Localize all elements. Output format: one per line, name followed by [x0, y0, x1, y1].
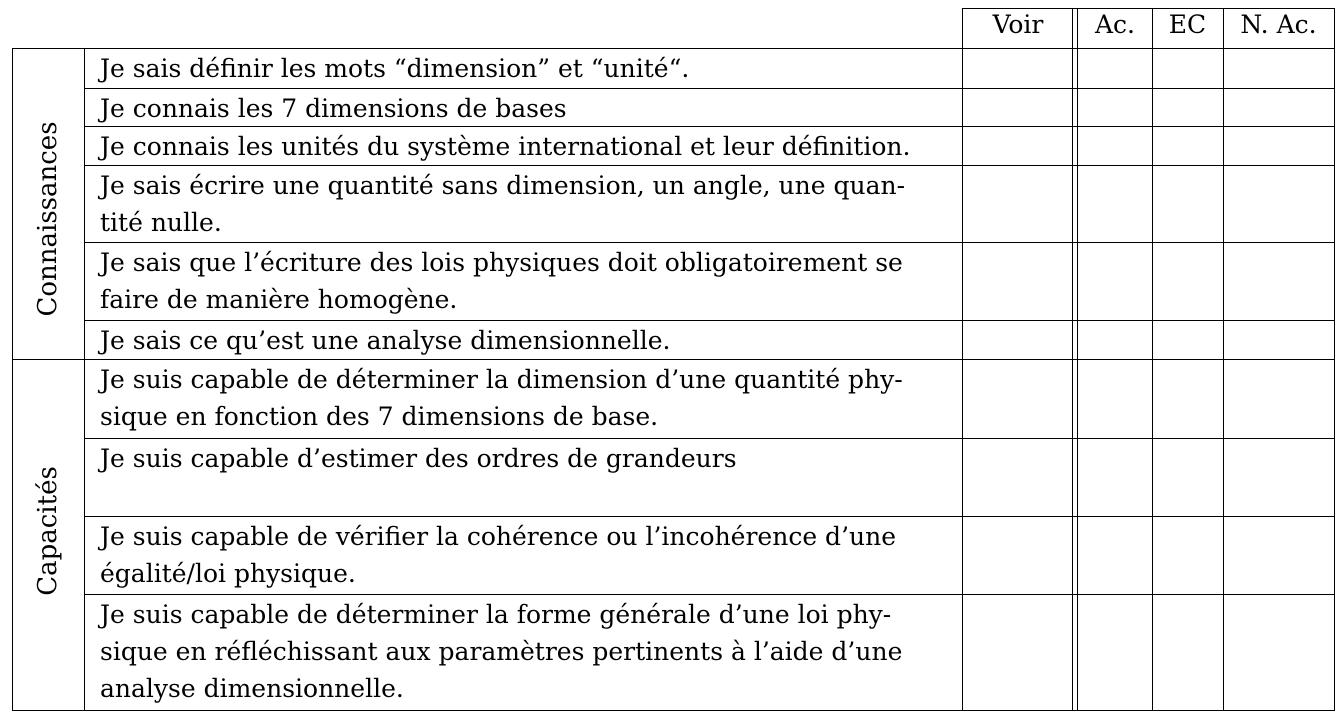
- cell-non-acquis[interactable]: [1224, 439, 1334, 516]
- table-row: Je sais écrire une quantité sans dimensi…: [0, 165, 1344, 242]
- cell-acquis[interactable]: [1078, 127, 1152, 165]
- table-row: Je sais définir les mots “dimension” et …: [0, 48, 1344, 88]
- cell-en-cours[interactable]: [1153, 166, 1223, 242]
- cell-voir[interactable]: [963, 595, 1072, 710]
- table-row: Je suis capable d’estimer des ordres de …: [0, 438, 1344, 516]
- cell-acquis[interactable]: [1078, 439, 1152, 516]
- skill-item-text: Je connais les 7 dimensions de bases: [100, 94, 567, 123]
- cell-voir[interactable]: [963, 127, 1072, 165]
- row-line: [84, 594, 1335, 595]
- cell-voir[interactable]: [963, 517, 1072, 594]
- skill-item-text: Je sais que l’écriture des lois physique…: [100, 248, 903, 314]
- row-line: [84, 320, 1335, 321]
- cell-voir[interactable]: [963, 243, 1072, 320]
- cell-en-cours[interactable]: [1153, 360, 1223, 438]
- table-row: Je suis capable de vérifier la cohérence…: [0, 516, 1344, 594]
- cell-non-acquis[interactable]: [1224, 127, 1334, 165]
- cell-en-cours[interactable]: [1153, 439, 1223, 516]
- cell-en-cours[interactable]: [1153, 89, 1223, 126]
- cell-acquis[interactable]: [1078, 166, 1152, 242]
- skill-item-text: Je suis capable d’estimer des ordres de …: [100, 444, 737, 473]
- cell-voir[interactable]: [963, 439, 1072, 516]
- header-voir: Voir: [992, 10, 1044, 39]
- cell-en-cours[interactable]: [1153, 517, 1223, 594]
- row-line: [84, 126, 1335, 127]
- skill-item-text: Je suis capable de déterminer la dimensi…: [100, 365, 903, 431]
- table-row: Je sais que l’écriture des lois physique…: [0, 242, 1344, 320]
- table-row: Je connais les unités du système interna…: [0, 126, 1344, 165]
- label-column-line: [84, 48, 85, 711]
- row-line: [12, 48, 1335, 49]
- row-line: [84, 88, 1335, 89]
- cell-non-acquis[interactable]: [1224, 49, 1334, 88]
- section-divider-line: [12, 359, 1335, 360]
- cell-voir[interactable]: [963, 49, 1072, 88]
- cell-acquis[interactable]: [1078, 89, 1152, 126]
- cell-en-cours[interactable]: [1153, 243, 1223, 320]
- cell-non-acquis[interactable]: [1224, 517, 1334, 594]
- cell-acquis[interactable]: [1078, 517, 1152, 594]
- skill-item-text: Je connais les unités du système interna…: [100, 132, 911, 161]
- cell-acquis[interactable]: [1078, 49, 1152, 88]
- cell-non-acquis[interactable]: [1224, 321, 1334, 359]
- cell-voir[interactable]: [963, 166, 1072, 242]
- cell-acquis[interactable]: [1078, 595, 1152, 710]
- table-row: Je connais les 7 dimensions de bases: [0, 88, 1344, 126]
- skill-item-text: Je sais définir les mots “dimension” et …: [100, 54, 690, 83]
- row-line: [84, 516, 1335, 517]
- cell-acquis[interactable]: [1078, 321, 1152, 359]
- skill-item-text: Je sais ce qu’est une analyse dimensionn…: [100, 326, 671, 355]
- cell-non-acquis[interactable]: [1224, 595, 1334, 710]
- skill-item-text: Je suis capable de vérifier la cohérence…: [100, 522, 897, 588]
- header-top-line: [962, 8, 1335, 9]
- cell-en-cours[interactable]: [1153, 49, 1223, 88]
- cell-en-cours[interactable]: [1153, 127, 1223, 165]
- table-row: Je suis capable de déterminer la dimensi…: [0, 359, 1344, 438]
- header-non-acquis: N. Ac.: [1240, 10, 1317, 39]
- row-line: [84, 165, 1335, 166]
- table-row: Je sais ce qu’est une analyse dimensionn…: [0, 320, 1344, 359]
- table-left-line: [12, 48, 13, 711]
- skill-item-text: Je suis capable de déterminer la forme g…: [100, 600, 903, 703]
- cell-non-acquis[interactable]: [1224, 166, 1334, 242]
- cell-non-acquis[interactable]: [1224, 89, 1334, 126]
- cell-non-acquis[interactable]: [1224, 360, 1334, 438]
- table-bottom-line: [12, 710, 1335, 711]
- table-row: Je suis capable de déterminer la forme g…: [0, 594, 1344, 710]
- cell-voir[interactable]: [963, 321, 1072, 359]
- header-acquis: Ac.: [1094, 10, 1135, 39]
- header-en-cours: EC: [1168, 10, 1207, 39]
- cell-voir[interactable]: [963, 89, 1072, 126]
- cell-en-cours[interactable]: [1153, 595, 1223, 710]
- skill-item-text: Je sais écrire une quantité sans dimensi…: [100, 171, 906, 237]
- cell-non-acquis[interactable]: [1224, 243, 1334, 320]
- cell-en-cours[interactable]: [1153, 321, 1223, 359]
- cell-acquis[interactable]: [1078, 243, 1152, 320]
- cell-acquis[interactable]: [1078, 360, 1152, 438]
- row-line: [84, 438, 1335, 439]
- row-line: [84, 242, 1335, 243]
- skills-checklist-table: Voir Ac. EC N. Ac. Connaissances Capacit…: [0, 0, 1344, 723]
- cell-voir[interactable]: [963, 360, 1072, 438]
